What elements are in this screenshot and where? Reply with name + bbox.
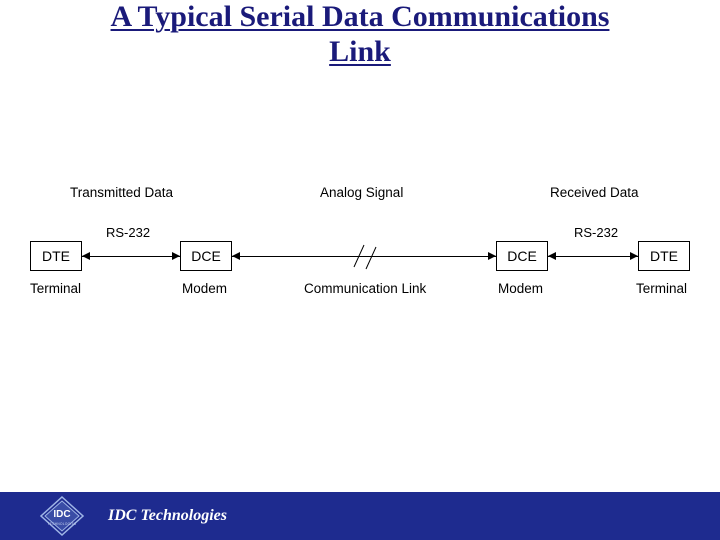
label-terminal-left: Terminal bbox=[30, 281, 81, 296]
label-analog-signal: Analog Signal bbox=[320, 185, 403, 200]
label-terminal-right: Terminal bbox=[636, 281, 687, 296]
title-line-1: A Typical Serial Data Communications bbox=[111, 0, 610, 33]
node-dte-right: DTE bbox=[638, 241, 690, 271]
logo-text: IDC bbox=[53, 509, 70, 520]
node-dce-right: DCE bbox=[496, 241, 548, 271]
node-dte-left: DTE bbox=[30, 241, 82, 271]
idc-logo-icon: IDC TECHNOLOGIES bbox=[40, 496, 84, 536]
label-rs232-left: RS-232 bbox=[106, 225, 150, 240]
node-dce-left: DCE bbox=[180, 241, 232, 271]
footer-bar: IDC TECHNOLOGIES IDC Technologies bbox=[0, 492, 720, 540]
label-communication-link: Communication Link bbox=[304, 281, 426, 296]
arrow-left-icon bbox=[82, 252, 90, 260]
title-line-2: Link bbox=[329, 35, 391, 68]
arrow-left-icon bbox=[548, 252, 556, 260]
slide-title: A Typical Serial Data Communications Lin… bbox=[0, 0, 720, 69]
serial-link-diagram: Transmitted Data Analog Signal Received … bbox=[30, 185, 690, 325]
arrow-left-icon bbox=[232, 252, 240, 260]
arrow-right-icon bbox=[630, 252, 638, 260]
arrow-right-icon bbox=[172, 252, 180, 260]
label-rs232-right: RS-232 bbox=[574, 225, 618, 240]
connector-dce-dte-right bbox=[548, 256, 638, 257]
label-transmitted-data: Transmitted Data bbox=[70, 185, 173, 200]
label-modem-right: Modem bbox=[498, 281, 543, 296]
connector-dte-dce-left bbox=[82, 256, 180, 257]
logo-subtext: TECHNOLOGIES bbox=[48, 522, 77, 526]
footer-company-name: IDC Technologies bbox=[108, 507, 227, 525]
label-modem-left: Modem bbox=[182, 281, 227, 296]
arrow-right-icon bbox=[488, 252, 496, 260]
break-squiggle-icon bbox=[350, 243, 380, 271]
label-received-data: Received Data bbox=[550, 185, 639, 200]
